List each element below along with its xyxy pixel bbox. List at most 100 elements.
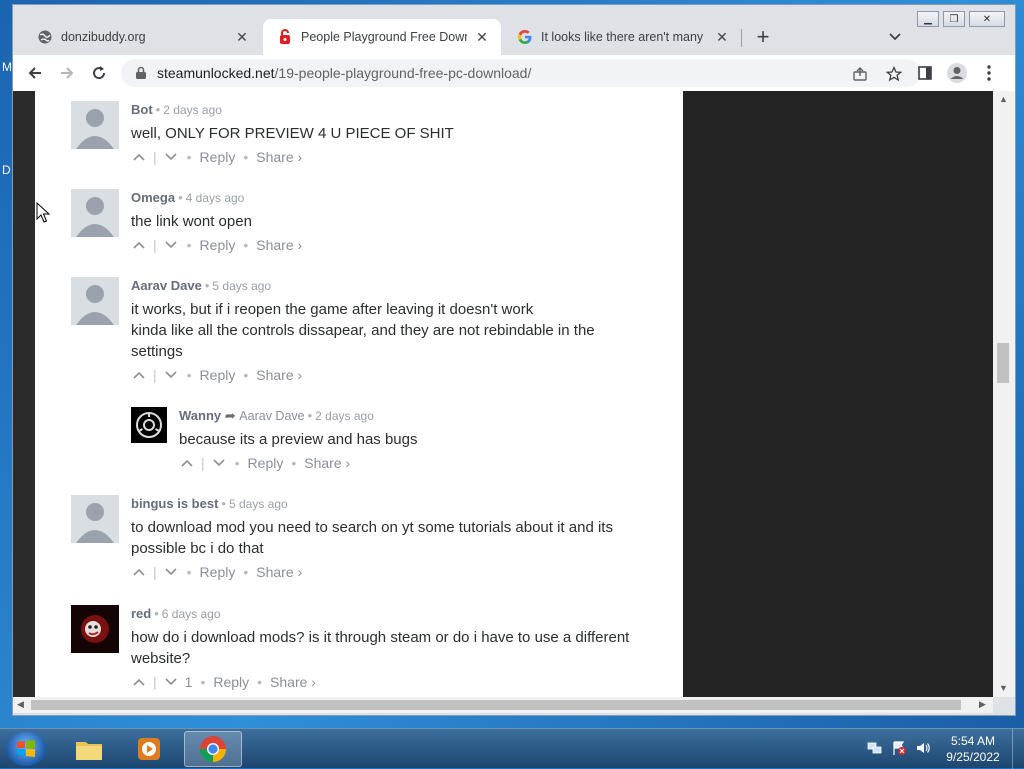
url-text[interactable]: steamunlocked.net/19-people-playground-f… (157, 65, 531, 81)
kebab-menu-icon (987, 65, 991, 81)
horizontal-scroll-thumb[interactable] (31, 700, 961, 710)
url-host: steamunlocked.net (157, 65, 275, 81)
upvote-icon[interactable] (131, 674, 147, 690)
network-icon[interactable] (866, 739, 884, 757)
share-link[interactable]: Share › (256, 237, 302, 253)
downvote-icon[interactable] (163, 149, 179, 165)
avatar[interactable] (71, 101, 119, 149)
desktop-icon-label[interactable]: D (2, 163, 11, 177)
share-icon[interactable] (851, 65, 869, 83)
avatar[interactable] (71, 277, 119, 325)
start-button[interactable] (6, 732, 46, 766)
comment-line: the link wont open (131, 213, 252, 230)
share-link[interactable]: Share › (304, 455, 350, 471)
comment-author[interactable]: Omega (131, 190, 175, 205)
reply-link[interactable]: Reply (213, 674, 249, 690)
restore-button[interactable]: ❐ (943, 11, 965, 27)
tab-search-icon[interactable] (885, 27, 905, 47)
downvote-icon[interactable] (163, 674, 179, 690)
forward-button[interactable] (53, 59, 81, 87)
system-clock[interactable]: 5:54 AM 9/25/2022 (940, 733, 1006, 765)
chrome-icon[interactable] (184, 731, 242, 767)
comment-time[interactable]: 4 days ago (186, 191, 245, 205)
comment-time[interactable]: 5 days ago (229, 497, 288, 511)
minimize-button[interactable]: ▁ (917, 11, 939, 27)
avatar[interactable] (71, 605, 119, 653)
profile-button[interactable] (943, 59, 971, 87)
taskbar: 5:54 AM 9/25/2022 (0, 728, 1024, 769)
reload-button[interactable] (85, 59, 113, 87)
upvote-icon[interactable] (131, 149, 147, 165)
comment-author[interactable]: Aarav Dave (131, 278, 202, 293)
side-panel-button[interactable] (911, 59, 939, 87)
globe-icon (37, 29, 53, 45)
downvote-icon[interactable] (163, 564, 179, 580)
upvote-icon[interactable] (131, 367, 147, 383)
scroll-right-icon[interactable]: ▶ (979, 699, 986, 710)
scroll-up-icon[interactable]: ▲ (999, 94, 1008, 104)
windows-explorer-icon[interactable] (62, 731, 116, 767)
avatar[interactable] (71, 495, 119, 543)
new-tab-button[interactable]: + (751, 24, 775, 49)
avatar[interactable] (131, 407, 167, 443)
volume-icon[interactable] (914, 739, 932, 757)
tab-people-playground[interactable]: People Playground Free Download ✕ (263, 19, 501, 55)
tab-donzibuddy[interactable]: donzibuddy.org ✕ (23, 19, 261, 55)
comment-author[interactable]: red (131, 606, 151, 621)
share-link[interactable]: Share › (256, 367, 302, 383)
address-bar[interactable]: steamunlocked.net/19-people-playground-f… (121, 59, 921, 87)
comment-author[interactable]: Bot (131, 102, 153, 117)
close-window-button[interactable]: ✕ (969, 11, 1005, 27)
desktop-icon-label[interactable]: M (2, 60, 12, 74)
share-link[interactable]: Share › (256, 564, 302, 580)
comments-section: Bot • 2 days ago well, ONLY FOR PREVIEW 4 … (35, 91, 683, 697)
comment-author[interactable]: Wanny (179, 408, 221, 423)
comment-line: to download mod you need to search on yt… (131, 519, 613, 557)
dark-sidebar-panel (683, 91, 993, 697)
reply-link[interactable]: Reply (248, 455, 284, 471)
bookmark-star-icon[interactable] (885, 65, 903, 83)
page-left-gutter (13, 91, 35, 697)
show-desktop-button[interactable] (1012, 729, 1024, 769)
reply-link[interactable]: Reply (200, 564, 236, 580)
vertical-scroll-thumb[interactable] (997, 343, 1009, 383)
reply-link[interactable]: Reply (200, 149, 236, 165)
parent-author[interactable]: Aarav Dave (239, 409, 304, 423)
scroll-left-icon[interactable]: ◀ (17, 699, 24, 710)
upvote-icon[interactable] (131, 237, 147, 253)
comment-author[interactable]: bingus is best (131, 496, 218, 511)
tab-close-icon[interactable]: ✕ (473, 28, 491, 46)
forward-arrow-icon (61, 67, 74, 79)
reply-link[interactable]: Reply (200, 237, 236, 253)
tab-google-search[interactable]: It looks like there aren't many great ma… (503, 19, 741, 55)
comment-time[interactable]: 6 days ago (162, 607, 221, 621)
upvote-icon[interactable] (179, 455, 195, 471)
google-icon (517, 29, 533, 45)
upvote-icon[interactable] (131, 564, 147, 580)
scroll-down-icon[interactable]: ▼ (999, 683, 1008, 693)
vertical-scrollbar[interactable]: ▲ ▼ (993, 91, 1015, 697)
action-center-flag-icon[interactable] (890, 739, 908, 757)
tab-divider (741, 29, 742, 47)
reply-link[interactable]: Reply (200, 367, 236, 383)
lock-icon[interactable] (135, 66, 151, 80)
horizontal-scrollbar[interactable]: ◀ ▶ (13, 697, 993, 713)
comment-text: it works, but if i reopen the game after… (131, 299, 651, 362)
tab-close-icon[interactable]: ✕ (713, 28, 731, 46)
downvote-icon[interactable] (163, 237, 179, 253)
downvote-icon[interactable] (211, 455, 227, 471)
comment-line: kinda like all the controls dissapear, a… (131, 322, 595, 360)
comment-line: it works, but if i reopen the game after… (131, 301, 534, 318)
share-link[interactable]: Share › (256, 149, 302, 165)
comment-time[interactable]: 2 days ago (315, 409, 374, 423)
avatar[interactable] (71, 189, 119, 237)
media-player-icon[interactable] (122, 731, 176, 767)
menu-button[interactable] (975, 59, 1003, 87)
tab-close-icon[interactable]: ✕ (233, 28, 251, 46)
comment-time[interactable]: 2 days ago (163, 103, 222, 117)
comment-text: to download mod you need to search on yt… (131, 517, 631, 559)
comment-time[interactable]: 5 days ago (212, 279, 271, 293)
back-button[interactable] (21, 59, 49, 87)
downvote-icon[interactable] (163, 367, 179, 383)
share-link[interactable]: Share › (270, 674, 316, 690)
